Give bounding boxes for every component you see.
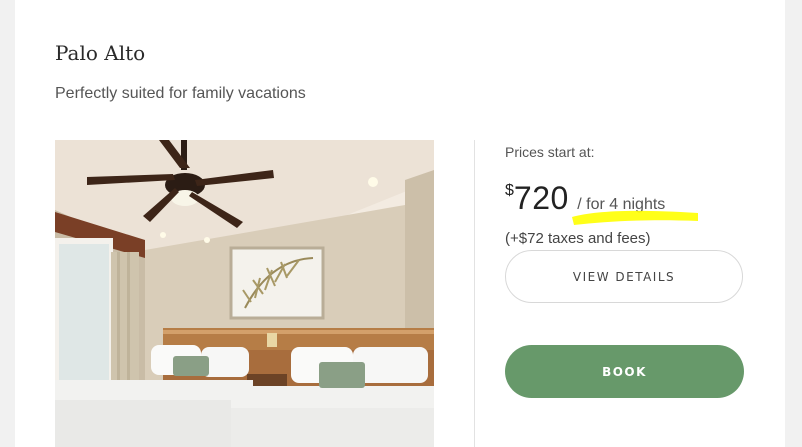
room-title: Palo Alto: [55, 41, 146, 65]
room-subtitle: Perfectly suited for family vacations: [55, 85, 306, 102]
column-divider: [474, 140, 475, 447]
price-amount: 720: [513, 180, 569, 216]
taxes-fees-note: (+$72 taxes and fees): [505, 230, 651, 247]
prices-start-label: Prices start at:: [505, 144, 595, 160]
book-button[interactable]: BOOK: [505, 345, 744, 398]
highlighter-mark: [572, 210, 698, 225]
room-card: Palo Alto Perfectly suited for family va…: [15, 0, 785, 447]
room-photo[interactable]: [55, 140, 434, 447]
view-details-button[interactable]: VIEW DETAILS: [505, 250, 743, 303]
price-currency: $: [505, 182, 514, 199]
